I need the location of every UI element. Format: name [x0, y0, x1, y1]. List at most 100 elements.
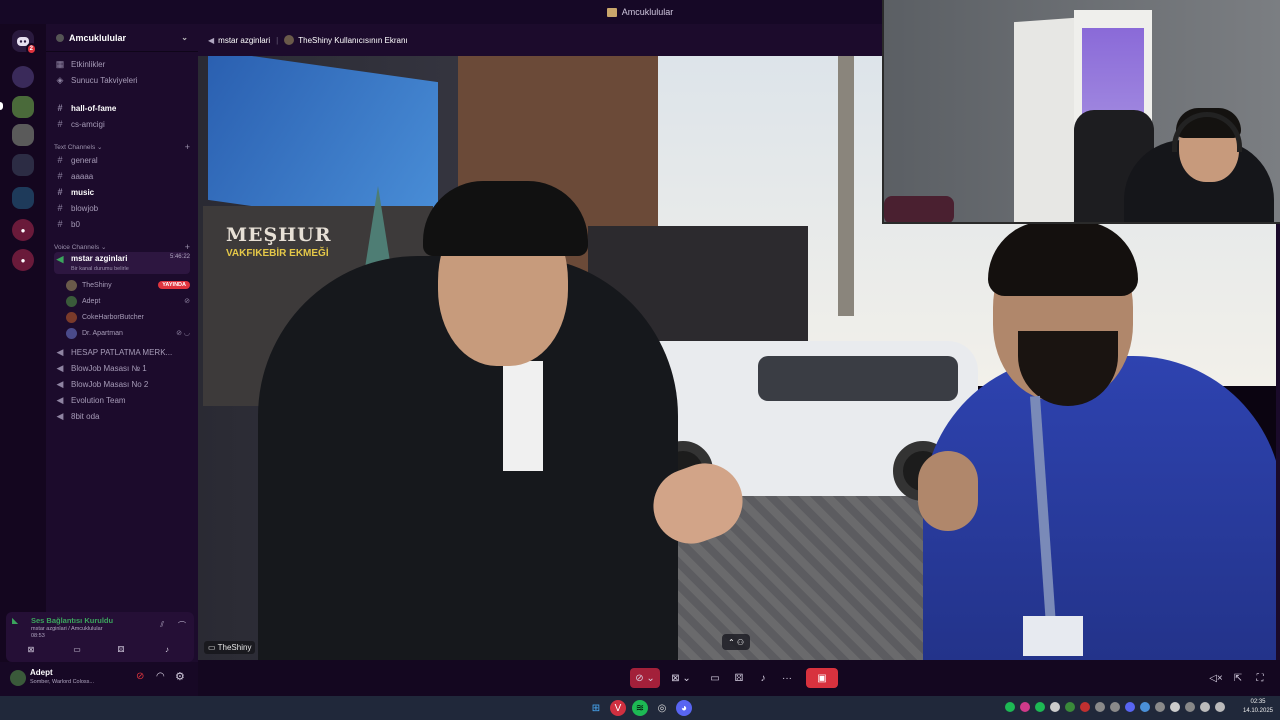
volume-icon[interactable]: [1215, 702, 1225, 712]
headphones-icon[interactable]: ◠: [156, 671, 165, 682]
tray-icon[interactable]: [1095, 702, 1105, 712]
camera-off-button[interactable]: ⊠ ⌄: [666, 668, 696, 688]
mic-muted-icon[interactable]: ⊘: [136, 671, 144, 682]
os-taskbar: ⊞ V ≋ ◎ ◕ 02:35 14.10.2025: [0, 696, 1280, 720]
soundboard-icon[interactable]: ♪: [154, 642, 180, 656]
server-folder-icon-2[interactable]: [12, 187, 34, 209]
voice-channel[interactable]: ◀ 8bit oda: [54, 408, 190, 424]
stream-header: ◀ mstar azginlari | TheShiny Kullanıcısı…: [198, 24, 882, 56]
tray-icon[interactable]: [1140, 702, 1150, 712]
channel-general[interactable]: # general: [54, 152, 190, 168]
network-icon[interactable]: [1200, 702, 1210, 712]
server-folder-icon[interactable]: [12, 154, 34, 176]
voice-channel[interactable]: ◀ Evolution Team: [54, 392, 190, 408]
screen-share-button[interactable]: ▭: [706, 668, 724, 688]
webcam-overlay: [882, 0, 1280, 224]
server-header[interactable]: Amcuklulular ⌄: [46, 24, 198, 52]
fullscreen-icon[interactable]: ⛶: [1252, 668, 1268, 688]
mic-muted-icon: ⊘: [184, 298, 190, 305]
popout-icon[interactable]: ⇱: [1230, 668, 1246, 688]
deafened-icon: ⊘ ◡: [176, 330, 190, 337]
channel-status[interactable]: Bir kanal durumu belirle: [71, 266, 129, 272]
tray-icon[interactable]: [1155, 702, 1165, 712]
voice-location[interactable]: mstar azginlari / Amcuklulular: [31, 626, 103, 632]
discover-icon[interactable]: ●: [12, 249, 34, 271]
events-link[interactable]: ▦ Etkinlikler: [54, 56, 190, 72]
tray-icon[interactable]: [1035, 702, 1045, 712]
server-rail: 2 ● ●: [0, 24, 46, 696]
voice-channel[interactable]: ◀ BlowJob Masası № 1: [54, 360, 190, 376]
tray-icon[interactable]: [1080, 702, 1090, 712]
voice-member[interactable]: CokeHarborButcher: [66, 309, 190, 325]
channel-cs-amcigi[interactable]: # cs-amcigi: [54, 116, 190, 132]
avatar[interactable]: [10, 670, 26, 686]
discord-home-icon[interactable]: 2: [12, 30, 37, 55]
category-text-channels[interactable]: Text Channels ⌄ +: [54, 142, 190, 152]
video-off-icon[interactable]: ⊠: [18, 642, 44, 656]
hash-icon: #: [57, 119, 63, 129]
voice-channel-title[interactable]: mstar azginlari: [218, 36, 270, 45]
voice-connection-panel: ◣ Ses Bağlantısı Kuruldu mstar azginlari…: [6, 612, 194, 662]
start-icon[interactable]: ⊞: [588, 700, 604, 716]
soundboard-button[interactable]: ♪: [754, 668, 772, 688]
tray-icon[interactable]: [1020, 702, 1030, 712]
activity-button[interactable]: ⚄: [730, 668, 748, 688]
screen-share-icon[interactable]: ▭: [64, 642, 90, 656]
server-icon-3[interactable]: [12, 124, 34, 146]
server-icon-amcuklulular[interactable]: [12, 96, 34, 118]
tray-icon[interactable]: [1065, 702, 1075, 712]
add-server-icon[interactable]: ●: [12, 219, 34, 241]
chevron-down-icon: ⌄: [181, 33, 188, 42]
avatar: [284, 35, 295, 45]
popout-button[interactable]: ⌃ ⚇: [722, 634, 750, 650]
voice-member[interactable]: Dr. Apartman ⊘ ◡: [66, 325, 190, 341]
boosts-link[interactable]: ◈ Sunucu Takviyeleri: [54, 72, 190, 88]
selected-server-indicator: [0, 102, 3, 110]
username[interactable]: Adept: [30, 668, 53, 677]
tray-icon[interactable]: [1170, 702, 1180, 712]
channel-b0[interactable]: # b0: [54, 216, 190, 232]
game-launcher-icon[interactable]: ◎: [654, 700, 670, 716]
speaker-icon: ◀: [56, 394, 64, 405]
discord-icon[interactable]: ◕: [676, 700, 692, 716]
vivaldi-icon[interactable]: V: [610, 700, 626, 716]
spotify-icon[interactable]: ≋: [632, 700, 648, 716]
voice-elapsed: 08:53: [31, 633, 45, 639]
tray-icon[interactable]: [1050, 702, 1060, 712]
channel-music[interactable]: # music: [54, 184, 190, 200]
volume-muted-icon[interactable]: ◁×: [1208, 668, 1224, 688]
voice-status[interactable]: Ses Bağlantısı Kuruldu: [31, 616, 113, 625]
spotify-tray-icon[interactable]: [1005, 702, 1015, 712]
voice-member[interactable]: Adept ⊘: [66, 293, 190, 309]
voice-channel[interactable]: ◀ BlowJob Masası No 2: [54, 376, 190, 392]
activity-icon[interactable]: ⚄: [108, 642, 134, 656]
speaker-icon: ◀: [56, 362, 64, 373]
boost-icon: ◈: [56, 74, 64, 85]
add-channel-icon[interactable]: +: [185, 142, 190, 152]
hash-icon: #: [57, 103, 63, 113]
tray-icon[interactable]: [1110, 702, 1120, 712]
voice-member[interactable]: TheShiny YAYINDA: [66, 277, 190, 293]
channel-blowjob[interactable]: # blowjob: [54, 200, 190, 216]
speaker-icon: ◀: [56, 254, 64, 264]
stream-title: TheShiny Kullanıcısının Ekranı: [298, 35, 408, 45]
voice-channel[interactable]: ◀ HESAP PATLATMA MERK...: [54, 344, 190, 360]
disconnect-button[interactable]: ▣: [806, 668, 838, 688]
more-options-icon[interactable]: ···: [778, 668, 796, 688]
taskbar-clock[interactable]: 02:35 14.10.2025: [1240, 698, 1276, 716]
server-name: Amcuklulular: [69, 32, 127, 43]
stream-watermark: ▭ TheShiny: [204, 641, 256, 654]
category-voice-channels[interactable]: Voice Channels ⌄ +: [54, 242, 190, 252]
server-icon-1[interactable]: [12, 66, 34, 88]
disconnect-icon[interactable]: ⌒: [178, 620, 186, 631]
channel-aaaaa[interactable]: # aaaaa: [54, 168, 190, 184]
add-channel-icon[interactable]: +: [185, 242, 190, 252]
hash-icon: #: [57, 171, 63, 181]
tray-icon[interactable]: [1125, 702, 1135, 712]
channel-hall-of-fame[interactable]: # hall-of-fame: [54, 100, 190, 116]
server-icon: [606, 7, 617, 17]
gear-icon[interactable]: ⚙: [175, 670, 185, 683]
tray-icon[interactable]: [1185, 702, 1195, 712]
noise-suppression-icon[interactable]: ⫽: [160, 620, 164, 630]
mic-muted-button[interactable]: ⊘ ⌄: [630, 668, 660, 688]
